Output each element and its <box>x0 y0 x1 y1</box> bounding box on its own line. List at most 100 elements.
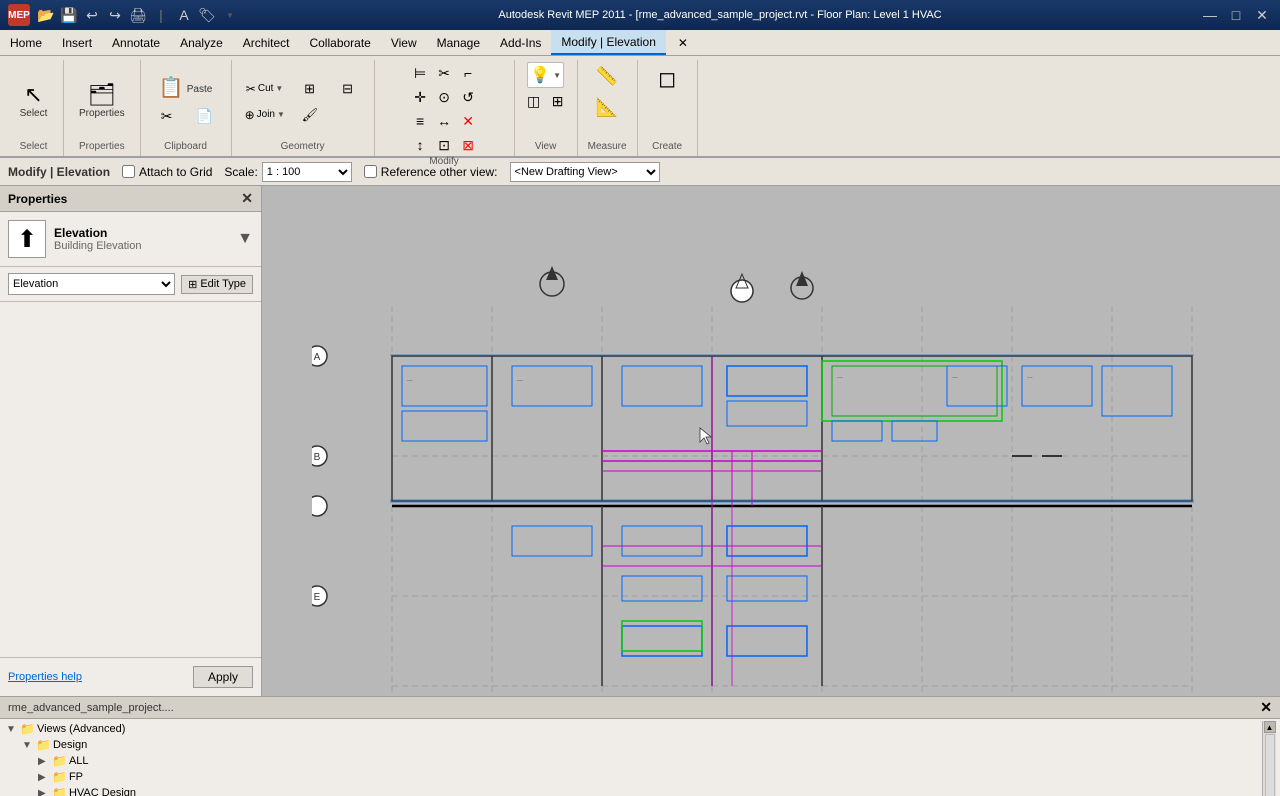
scroll-up-button[interactable]: ▲ <box>1264 721 1276 733</box>
type-dropdown-arrow[interactable]: ▼ <box>237 230 253 248</box>
scale-select[interactable]: 1 : 100 1 : 50 1 : 200 1 : 500 <box>262 162 352 182</box>
save-button[interactable]: 💾 <box>59 5 79 25</box>
copy-modify-button[interactable]: ⊡ <box>433 134 455 156</box>
edit-type-button[interactable]: ⊞ Edit Type <box>181 275 253 294</box>
trim-button[interactable]: ⌐ <box>457 62 479 84</box>
tag-button[interactable]: 🏷 <box>197 5 217 25</box>
paste-button[interactable]: 📋 Paste <box>149 74 223 102</box>
join-button[interactable]: ⊕ Join ▼ <box>240 103 290 127</box>
offset-icon: ≡ <box>416 113 424 129</box>
copy-modify-icon: ⊡ <box>438 137 450 154</box>
open-button[interactable]: 📂 <box>36 5 56 25</box>
cut-geometry-button[interactable]: ✂ Cut ▼ <box>240 77 290 101</box>
paint-button[interactable]: 🖌 <box>292 103 328 127</box>
mirror-x-icon: ↔ <box>437 113 451 129</box>
geometry-icon2: ⊞ <box>304 81 315 97</box>
menu-manage[interactable]: Manage <box>427 30 490 55</box>
qa-separator: | <box>151 5 171 25</box>
menu-close-tab[interactable]: ✕ <box>668 30 698 55</box>
tree-item-views-advanced[interactable]: ▼ 📁 Views (Advanced) <box>4 721 1262 737</box>
cut-geometry-icon: ✂ <box>246 82 256 96</box>
print-button[interactable]: 🖨 <box>128 5 148 25</box>
menu-modify-elevation[interactable]: Modify | Elevation <box>551 30 666 55</box>
tree-item-fp[interactable]: ▶ 📁 FP <box>36 769 1262 785</box>
menu-collaborate[interactable]: Collaborate <box>299 30 380 55</box>
instance-dropdown[interactable]: Elevation <box>8 273 175 295</box>
measure-icon2: 📐 <box>596 97 618 118</box>
menu-annotate[interactable]: Annotate <box>102 30 170 55</box>
redo-button[interactable]: ↪ <box>105 5 125 25</box>
properties-footer: Properties help Apply <box>0 657 261 696</box>
svg-text:E: E <box>314 592 321 603</box>
mirror-y-button[interactable]: ↕ <box>409 134 431 156</box>
mirror-x-button[interactable]: ↔ <box>433 110 455 132</box>
close-window-button[interactable]: ✕ <box>1252 5 1272 25</box>
menu-insert[interactable]: Insert <box>52 30 102 55</box>
array-button[interactable]: ⊠ <box>457 134 479 156</box>
tree-item-hvac-design[interactable]: ▶ 📁 HVAC Design <box>36 785 1262 796</box>
undo-button[interactable]: ↩ <box>82 5 102 25</box>
paint-icon: 🖌 <box>302 107 319 123</box>
qa-more-button[interactable]: ▼ <box>220 5 240 25</box>
select-icon: ↖ <box>24 84 42 106</box>
type-info: Elevation Building Elevation <box>54 226 229 252</box>
project-name: rme_advanced_sample_project.... <box>8 702 174 714</box>
geometry-btn2[interactable]: ⊞ <box>292 77 328 101</box>
view-icon2: ⊞ <box>552 93 564 110</box>
menu-view[interactable]: View <box>381 30 427 55</box>
context-bar: Modify | Elevation Attach to Grid Scale:… <box>0 158 1280 186</box>
maximize-button[interactable]: □ <box>1226 5 1246 25</box>
cut-button[interactable]: ✂ <box>149 104 185 129</box>
canvas-area[interactable]: ... ... ... ... ... A B <box>262 186 1280 696</box>
view-btn2[interactable]: ⊞ <box>547 90 569 112</box>
rotate-button[interactable]: ↺ <box>457 86 479 108</box>
view-tree: ▼ 📁 Views (Advanced) ▼ 📁 Design ▶ 📁 <box>0 719 1280 796</box>
ribbon-group-create: ◻ Create <box>638 60 698 156</box>
move-button[interactable]: ✛ <box>409 86 431 108</box>
split-button[interactable]: ✂ <box>433 62 455 84</box>
attach-to-grid-checkbox-group[interactable]: Attach to Grid <box>122 165 212 179</box>
menu-analyze[interactable]: Analyze <box>170 30 233 55</box>
select-button[interactable]: ↖ Select <box>13 80 55 123</box>
geometry-btn3[interactable]: ⊟ <box>330 77 366 101</box>
menu-addins[interactable]: Add-Ins <box>490 30 551 55</box>
measure-icon1: 📏 <box>596 66 618 87</box>
menu-architect[interactable]: Architect <box>233 30 300 55</box>
tree-item-all[interactable]: ▶ 📁 ALL <box>36 753 1262 769</box>
ref-view-checkbox[interactable] <box>364 165 377 178</box>
main-layout: Properties ✕ ⬆ Elevation Building Elevat… <box>0 186 1280 696</box>
properties-button[interactable]: 🗂 Properties <box>72 80 132 123</box>
ref-view-select[interactable]: <New Drafting View> <box>510 162 660 182</box>
measure-btn1[interactable]: 📏 <box>589 62 625 91</box>
measure-btn2[interactable]: 📐 <box>589 93 625 122</box>
create-btn[interactable]: ◻ <box>651 62 683 96</box>
scale-button[interactable]: ⊙ <box>433 86 455 108</box>
apply-button[interactable]: Apply <box>193 666 253 688</box>
minimize-button[interactable]: — <box>1200 5 1220 25</box>
delete-button[interactable]: ✕ <box>457 110 479 132</box>
properties-title: Properties <box>8 192 67 206</box>
attach-to-grid-checkbox[interactable] <box>122 165 135 178</box>
scroll-thumb[interactable] <box>1265 734 1275 796</box>
ref-view-checkbox-group[interactable]: Reference other view: <box>364 165 498 179</box>
properties-close-button[interactable]: ✕ <box>241 190 253 207</box>
delete-icon: ✕ <box>462 113 474 130</box>
align-button[interactable]: ⊨ <box>409 62 431 84</box>
properties-body <box>0 302 261 657</box>
window-title: Autodesk Revit MEP 2011 - [rme_advanced_… <box>498 9 941 21</box>
project-browser-close-button[interactable]: ✕ <box>1260 699 1272 716</box>
edit-type-icon: ⊞ <box>188 278 197 291</box>
copy-button[interactable]: 📄 <box>187 104 223 129</box>
scale-icon: ⊙ <box>438 89 450 106</box>
offset-button[interactable]: ≡ <box>409 110 431 132</box>
properties-help-link[interactable]: Properties help <box>8 671 82 683</box>
annotate-button[interactable]: A <box>174 5 194 25</box>
split-icon: ✂ <box>438 65 450 82</box>
tree-item-design[interactable]: ▼ 📁 Design <box>20 737 1262 753</box>
attach-to-grid-label: Attach to Grid <box>139 165 212 179</box>
join-icon: ⊕ <box>245 108 255 122</box>
project-browser-header: rme_advanced_sample_project.... ✕ <box>0 697 1280 719</box>
ref-view-label: Reference other view: <box>381 165 498 179</box>
menu-home[interactable]: Home <box>0 30 52 55</box>
view-btn1[interactable]: ◫ <box>523 90 545 112</box>
